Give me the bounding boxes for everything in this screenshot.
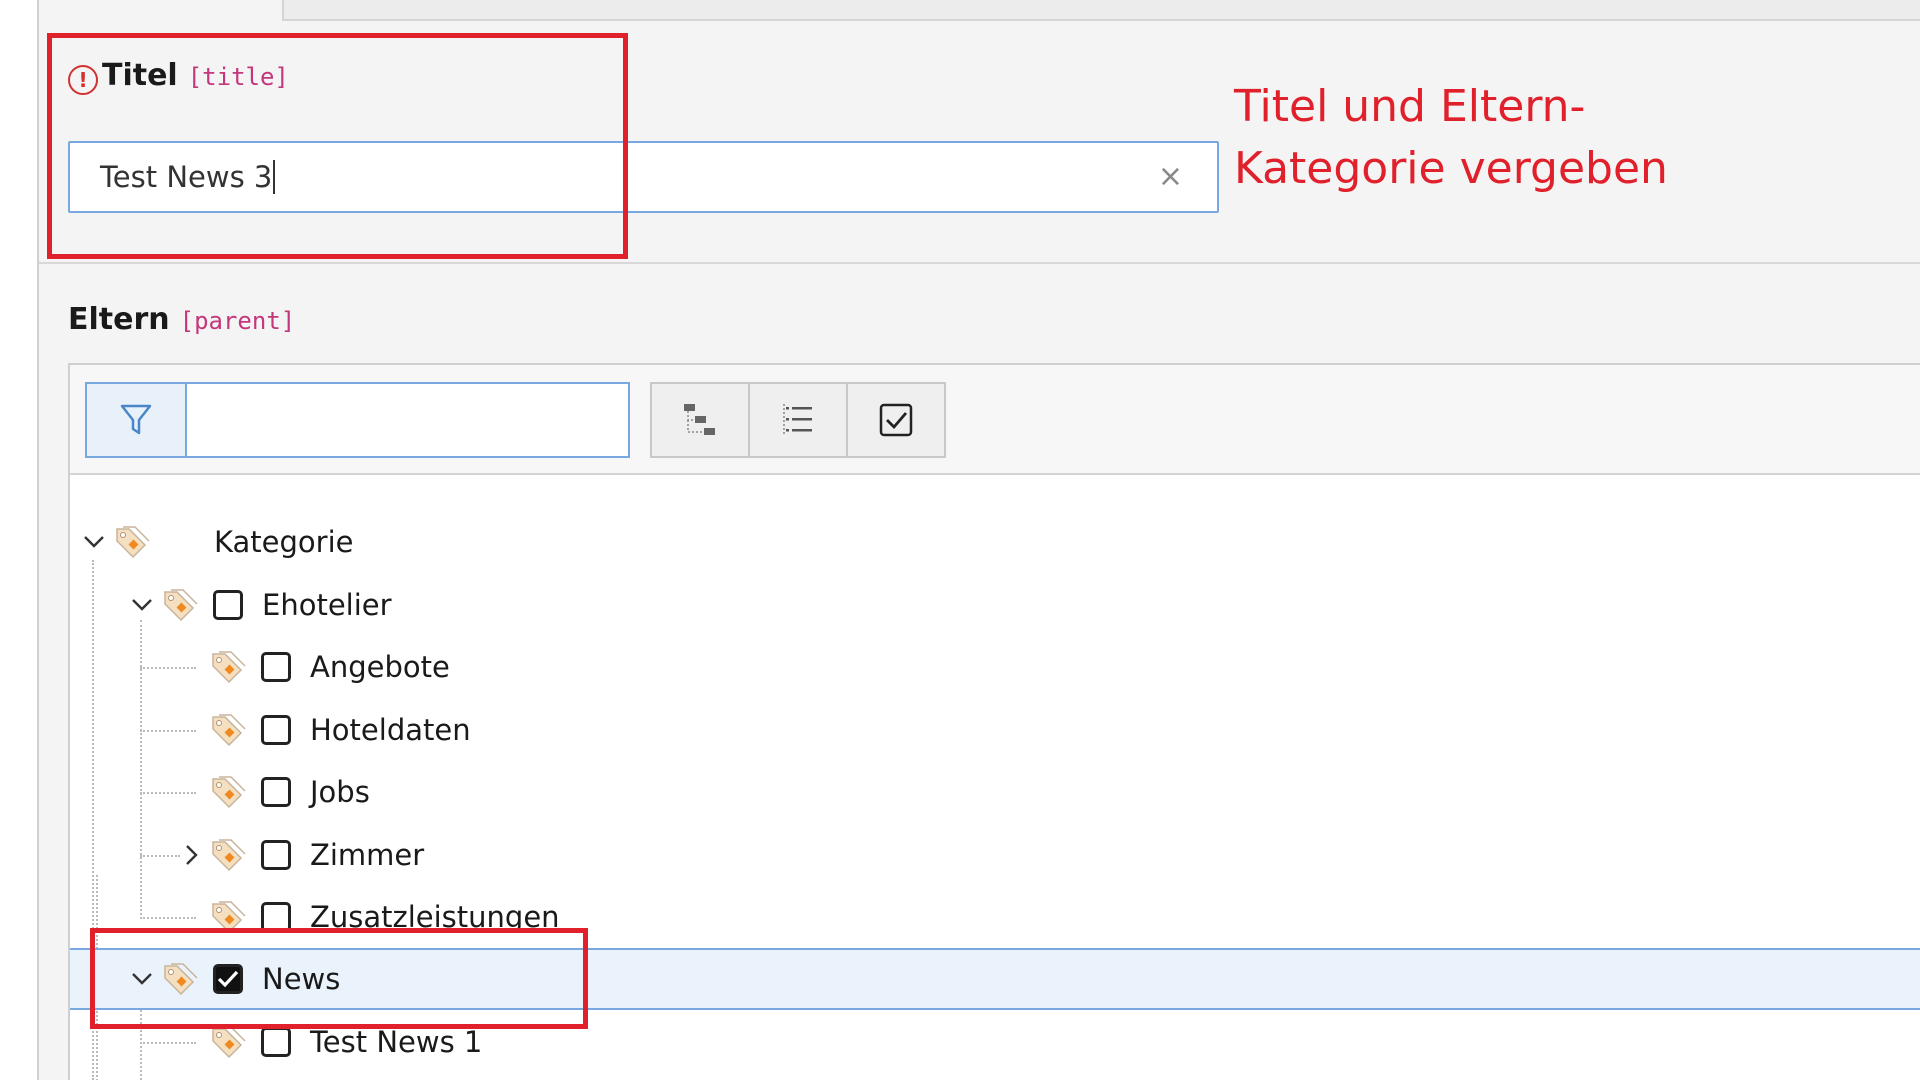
- tree-node-jobs[interactable]: Jobs: [70, 761, 1920, 823]
- toggle-checked-button[interactable]: [848, 384, 944, 456]
- tree-node-label: Jobs: [310, 775, 370, 809]
- tree-node-kategorie[interactable]: Kategorie: [70, 511, 1920, 573]
- checkbox-icon: [879, 403, 913, 437]
- tree-filter: [85, 382, 630, 458]
- tree-tool-buttons: [650, 382, 946, 458]
- chevron-down-icon[interactable]: [82, 530, 106, 554]
- annotation-box-news: [90, 928, 588, 1029]
- tree-node-label: Zimmer: [310, 838, 425, 872]
- tree-node-checkbox[interactable]: [261, 840, 291, 870]
- tag-icon: [210, 650, 246, 684]
- filter-icon: [87, 384, 187, 456]
- clear-icon[interactable]: ×: [1158, 143, 1183, 211]
- tree-node-label: Angebote: [310, 650, 450, 684]
- tag-icon: [162, 588, 198, 622]
- tag-icon: [210, 1025, 246, 1059]
- parent-label-text: Eltern: [68, 302, 170, 337]
- annotation-line-1: Titel und Eltern-: [1234, 81, 1586, 132]
- chevron-right-icon[interactable]: [180, 843, 204, 867]
- annotation-line-2: Kategorie vergeben: [1234, 143, 1668, 194]
- tree-node-ehotelier[interactable]: Ehotelier: [70, 574, 1920, 636]
- tree-node-checkbox[interactable]: [261, 652, 291, 682]
- tree-node-label: Hoteldaten: [310, 713, 471, 747]
- chevron-down-icon[interactable]: [130, 593, 154, 617]
- expand-tree-button[interactable]: [652, 384, 750, 456]
- tree-node-hoteldaten[interactable]: Hoteldaten: [70, 699, 1920, 761]
- tree-toolbar: [70, 365, 1920, 475]
- tree-node-angebote[interactable]: Angebote: [70, 636, 1920, 698]
- tag-icon: [210, 713, 246, 747]
- tag-icon: [210, 775, 246, 809]
- parent-field-code: [parent]: [179, 307, 296, 335]
- left-gutter: [0, 0, 39, 1080]
- section-divider: [39, 262, 1920, 264]
- parent-field-label: Eltern [parent]: [68, 302, 295, 337]
- tree-node-checkbox[interactable]: [261, 1027, 291, 1057]
- tree-node-label: Ehotelier: [262, 588, 392, 622]
- list-icon: [783, 404, 812, 436]
- tag-icon: [210, 838, 246, 872]
- tree-node-checkbox[interactable]: [213, 590, 243, 620]
- tree-expand-icon: [684, 404, 715, 435]
- tree-node-zimmer[interactable]: Zimmer: [70, 824, 1920, 886]
- tree-node-label: Test News 1: [310, 1025, 483, 1059]
- tree-node-checkbox[interactable]: [261, 777, 291, 807]
- tag-icon: [114, 525, 150, 559]
- tree-node-checkbox[interactable]: [261, 715, 291, 745]
- annotation-text: Titel und Eltern- Kategorie vergeben: [1234, 76, 1794, 200]
- list-view-button[interactable]: [750, 384, 848, 456]
- annotation-box-title: [47, 33, 628, 259]
- tree-node-label: Kategorie: [214, 525, 354, 559]
- tree-filter-input[interactable]: [187, 384, 628, 456]
- top-tab-area: [282, 0, 1920, 21]
- form-editor: ! Titel [title] Test News 3 × Titel und …: [0, 0, 1920, 1080]
